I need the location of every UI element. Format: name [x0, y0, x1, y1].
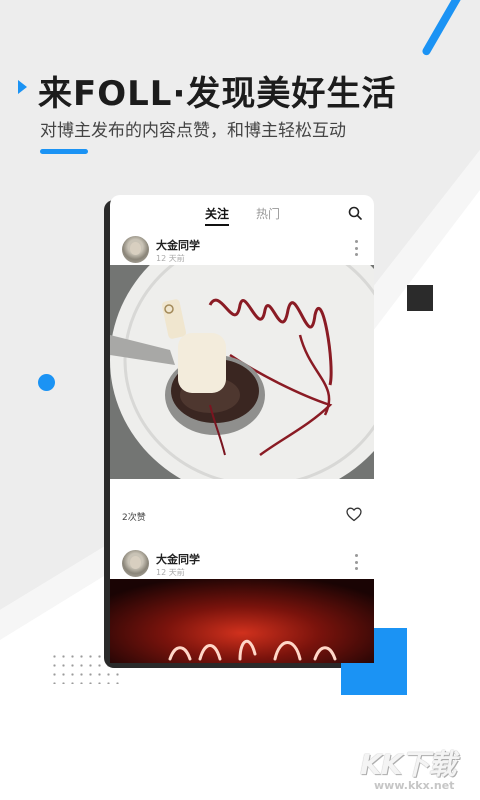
tab-follow[interactable]: 关注 — [205, 205, 230, 226]
post-header: 大金同学 12 天前 — [110, 545, 374, 579]
avatar[interactable] — [122, 550, 149, 577]
decorative-blue-dot — [38, 374, 55, 391]
decorative-dark-square — [407, 285, 433, 311]
post-card: 大金同学 12 天前 2次赞 — [110, 231, 374, 545]
post-image[interactable] — [110, 579, 374, 663]
more-options-icon[interactable] — [352, 240, 360, 256]
title-arrow-icon — [18, 80, 27, 94]
more-options-icon[interactable] — [352, 554, 360, 570]
post-author[interactable]: 大金同学 — [156, 551, 200, 567]
watermark-url: www.kkx.net — [374, 779, 455, 792]
feed-tabs: 关注 热门 — [110, 195, 374, 231]
phone-screen: 关注 热门 大金同学 12 天前 2次赞 大金同学 12 天前 — [110, 195, 374, 663]
tab-hot[interactable]: 热门 — [256, 205, 280, 222]
post-time: 12 天前 — [156, 254, 185, 263]
promo-subline: 对博主发布的内容点赞，和博主轻松互动 — [40, 121, 346, 141]
avatar[interactable] — [122, 236, 149, 263]
post-image[interactable] — [110, 265, 374, 479]
like-count: 2次赞 — [122, 513, 146, 523]
post-footer: 2次赞 — [110, 479, 374, 545]
heart-icon[interactable] — [346, 507, 362, 522]
site-watermark: KK下载 www.kkx.net — [360, 743, 476, 797]
red-neon-sign-photo — [110, 579, 374, 663]
post-time: 12 天前 — [156, 568, 185, 577]
dessert-plate-photo — [110, 265, 374, 479]
search-icon[interactable] — [348, 206, 362, 220]
watermark-title: KK下载 — [360, 748, 456, 781]
post-author[interactable]: 大金同学 — [156, 237, 200, 253]
headline-underline — [40, 149, 88, 154]
promo-headline: 来FOLL·发现美好生活 — [38, 74, 397, 114]
post-header: 大金同学 12 天前 — [110, 231, 374, 265]
post-card: 大金同学 12 天前 — [110, 545, 374, 663]
